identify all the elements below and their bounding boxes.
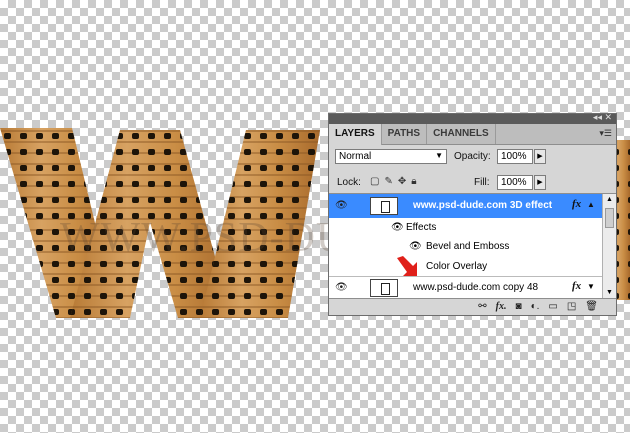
adjustment-layer-icon[interactable]: ◐. <box>531 301 540 312</box>
blend-mode-select[interactable]: Normal ▼ <box>335 149 447 164</box>
fill-input[interactable]: 100% <box>497 175 533 190</box>
scroll-down-icon[interactable]: ▼ <box>606 289 613 296</box>
effect-bevel-emboss[interactable]: 👁︎ Bevel and Emboss <box>329 237 602 257</box>
fill-slider-button[interactable]: ▶ <box>534 175 546 190</box>
lock-transparent-icon[interactable]: ▢ <box>370 176 379 187</box>
fill-label: Fill: <box>474 177 490 188</box>
eye-icon[interactable]: 👁︎ <box>391 222 404 233</box>
layers-scrollbar[interactable]: ▲ ▼ <box>602 194 616 298</box>
effect-name: Bevel and Emboss <box>426 241 510 252</box>
new-group-icon[interactable]: ▭ <box>548 301 557 312</box>
panel-tabs: LAYERS PATHS CHANNELS ▾☰ <box>329 124 616 145</box>
fill-value: 100% <box>501 177 527 188</box>
chevron-down-icon: ▼ <box>435 151 443 160</box>
effect-color-overlay[interactable]: Color Overlay <box>329 256 602 277</box>
add-mask-icon[interactable]: ◙ <box>516 301 522 312</box>
lock-icons: ▢ ✎ ✥ 🔒︎ <box>370 176 417 187</box>
layer-row-3d-effect[interactable]: 👁︎ www.psd-dude.com 3D effect fx ▲ <box>329 194 602 218</box>
fx-icon[interactable]: fx <box>572 280 581 292</box>
panel-title-bar[interactable]: ◂◂ ✕ <box>329 112 616 124</box>
delete-layer-icon[interactable]: 🗑︎ <box>585 301 598 312</box>
red-arrow-icon <box>397 256 417 276</box>
new-layer-icon[interactable]: ◳ <box>567 301 576 312</box>
link-layers-icon[interactable]: ⚯ <box>478 301 486 312</box>
fx-icon[interactable]: fx <box>572 198 581 210</box>
expand-effects-icon[interactable]: ▲ <box>587 200 595 209</box>
effects-label: Effects <box>406 222 437 233</box>
collapse-icon[interactable]: ◂◂ ✕ <box>593 112 612 123</box>
lock-all-icon[interactable]: 🔒︎ <box>411 176 416 187</box>
layer-name[interactable]: www.psd-dude.com 3D effect <box>413 200 552 211</box>
lock-position-icon[interactable]: ✥ <box>398 176 406 187</box>
opacity-label: Opacity: <box>454 151 491 162</box>
panel-bottom-toolbar: ⚯ fx. ◙ ◐. ▭ ◳ 🗑︎ <box>329 298 616 315</box>
opacity-input[interactable]: 100% <box>497 149 533 164</box>
tab-layers[interactable]: LAYERS <box>329 124 382 145</box>
scroll-up-icon[interactable]: ▲ <box>606 196 613 203</box>
tab-channels[interactable]: CHANNELS <box>427 124 496 144</box>
effects-row[interactable]: 👁︎ Effects <box>329 218 602 238</box>
tab-paths[interactable]: PATHS <box>382 124 428 144</box>
blend-mode-value: Normal <box>339 151 372 162</box>
effect-name: Color Overlay <box>426 261 488 272</box>
eye-icon[interactable]: 👁︎ <box>335 282 348 293</box>
layer-row-copy-48[interactable]: 👁︎ www.psd-dude.com copy 48 fx ▼ <box>329 277 602 298</box>
scrollbar-thumb[interactable] <box>605 208 614 228</box>
layers-list: 👁︎ www.psd-dude.com 3D effect fx ▲ 👁︎ Ef… <box>329 193 616 299</box>
opacity-value: 100% <box>501 151 527 162</box>
layer-name[interactable]: www.psd-dude.com copy 48 <box>413 282 538 293</box>
layers-panel: ◂◂ ✕ LAYERS PATHS CHANNELS ▾☰ Normal ▼ O… <box>328 112 617 316</box>
expand-effects-icon[interactable]: ▼ <box>587 282 595 291</box>
eye-icon[interactable]: 👁︎ <box>409 241 422 252</box>
layer-thumbnail[interactable] <box>370 279 398 297</box>
lock-image-icon[interactable]: ✎ <box>384 176 392 187</box>
eye-icon[interactable]: 👁︎ <box>335 200 348 211</box>
lock-label: Lock: <box>337 177 361 188</box>
add-style-fx-icon[interactable]: fx. <box>496 301 507 312</box>
layer-thumbnail[interactable] <box>370 197 398 215</box>
panel-menu-icon[interactable]: ▾☰ <box>599 128 612 139</box>
opacity-slider-button[interactable]: ▶ <box>534 149 546 164</box>
